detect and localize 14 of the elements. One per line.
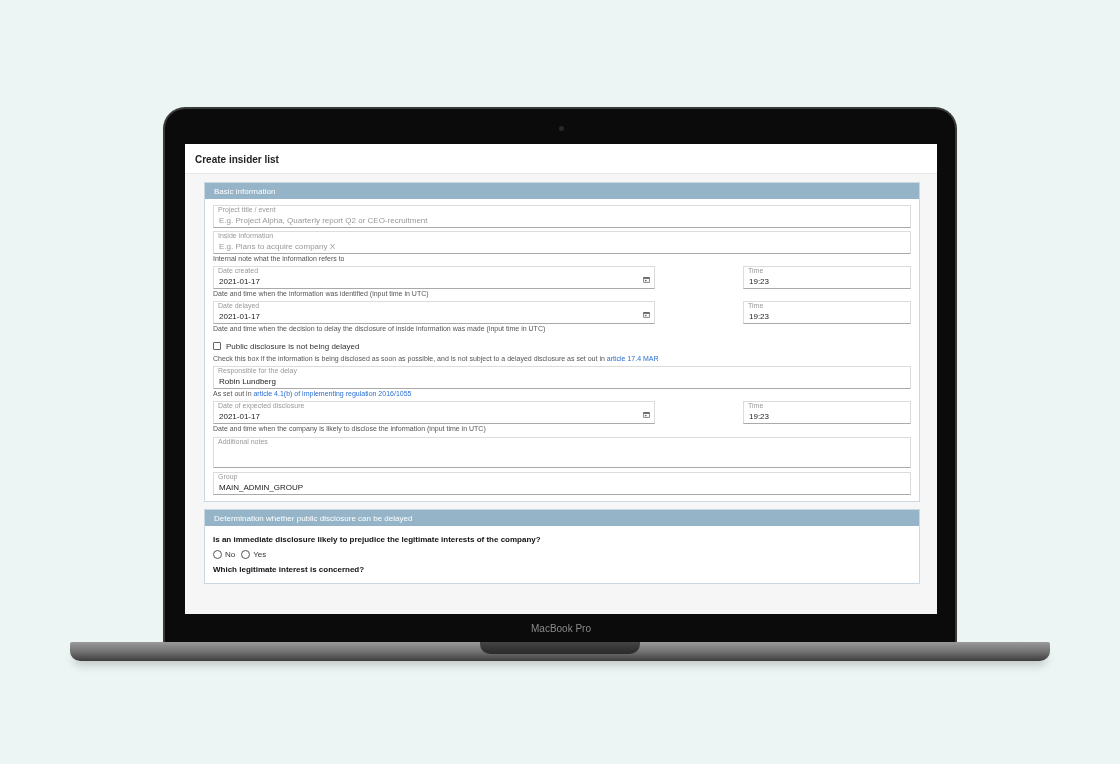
calendar-icon[interactable]	[643, 411, 650, 418]
question-text: Is an immediate disclosure likely to prejudice the legitimate interests of the company?	[213, 535, 541, 545]
radio-option[interactable]: No	[213, 550, 236, 559]
calendar-icon[interactable]	[643, 276, 650, 283]
page-title: Create insider list	[195, 154, 279, 165]
calendar-icon[interactable]	[643, 311, 650, 318]
device-label: MacBook Pro	[531, 622, 591, 634]
camera-icon	[559, 126, 564, 131]
radio-option[interactable]: Yes	[241, 550, 267, 559]
checkbox[interactable]: Public disclosure is not being delayed	[213, 341, 360, 351]
question-text: Which legitimate interest is concerned?	[213, 565, 365, 575]
section-header: Basic information	[205, 183, 919, 199]
section-header: Determination whether public disclosure can be delayed	[205, 510, 919, 526]
notes-field[interactable]	[213, 437, 911, 468]
